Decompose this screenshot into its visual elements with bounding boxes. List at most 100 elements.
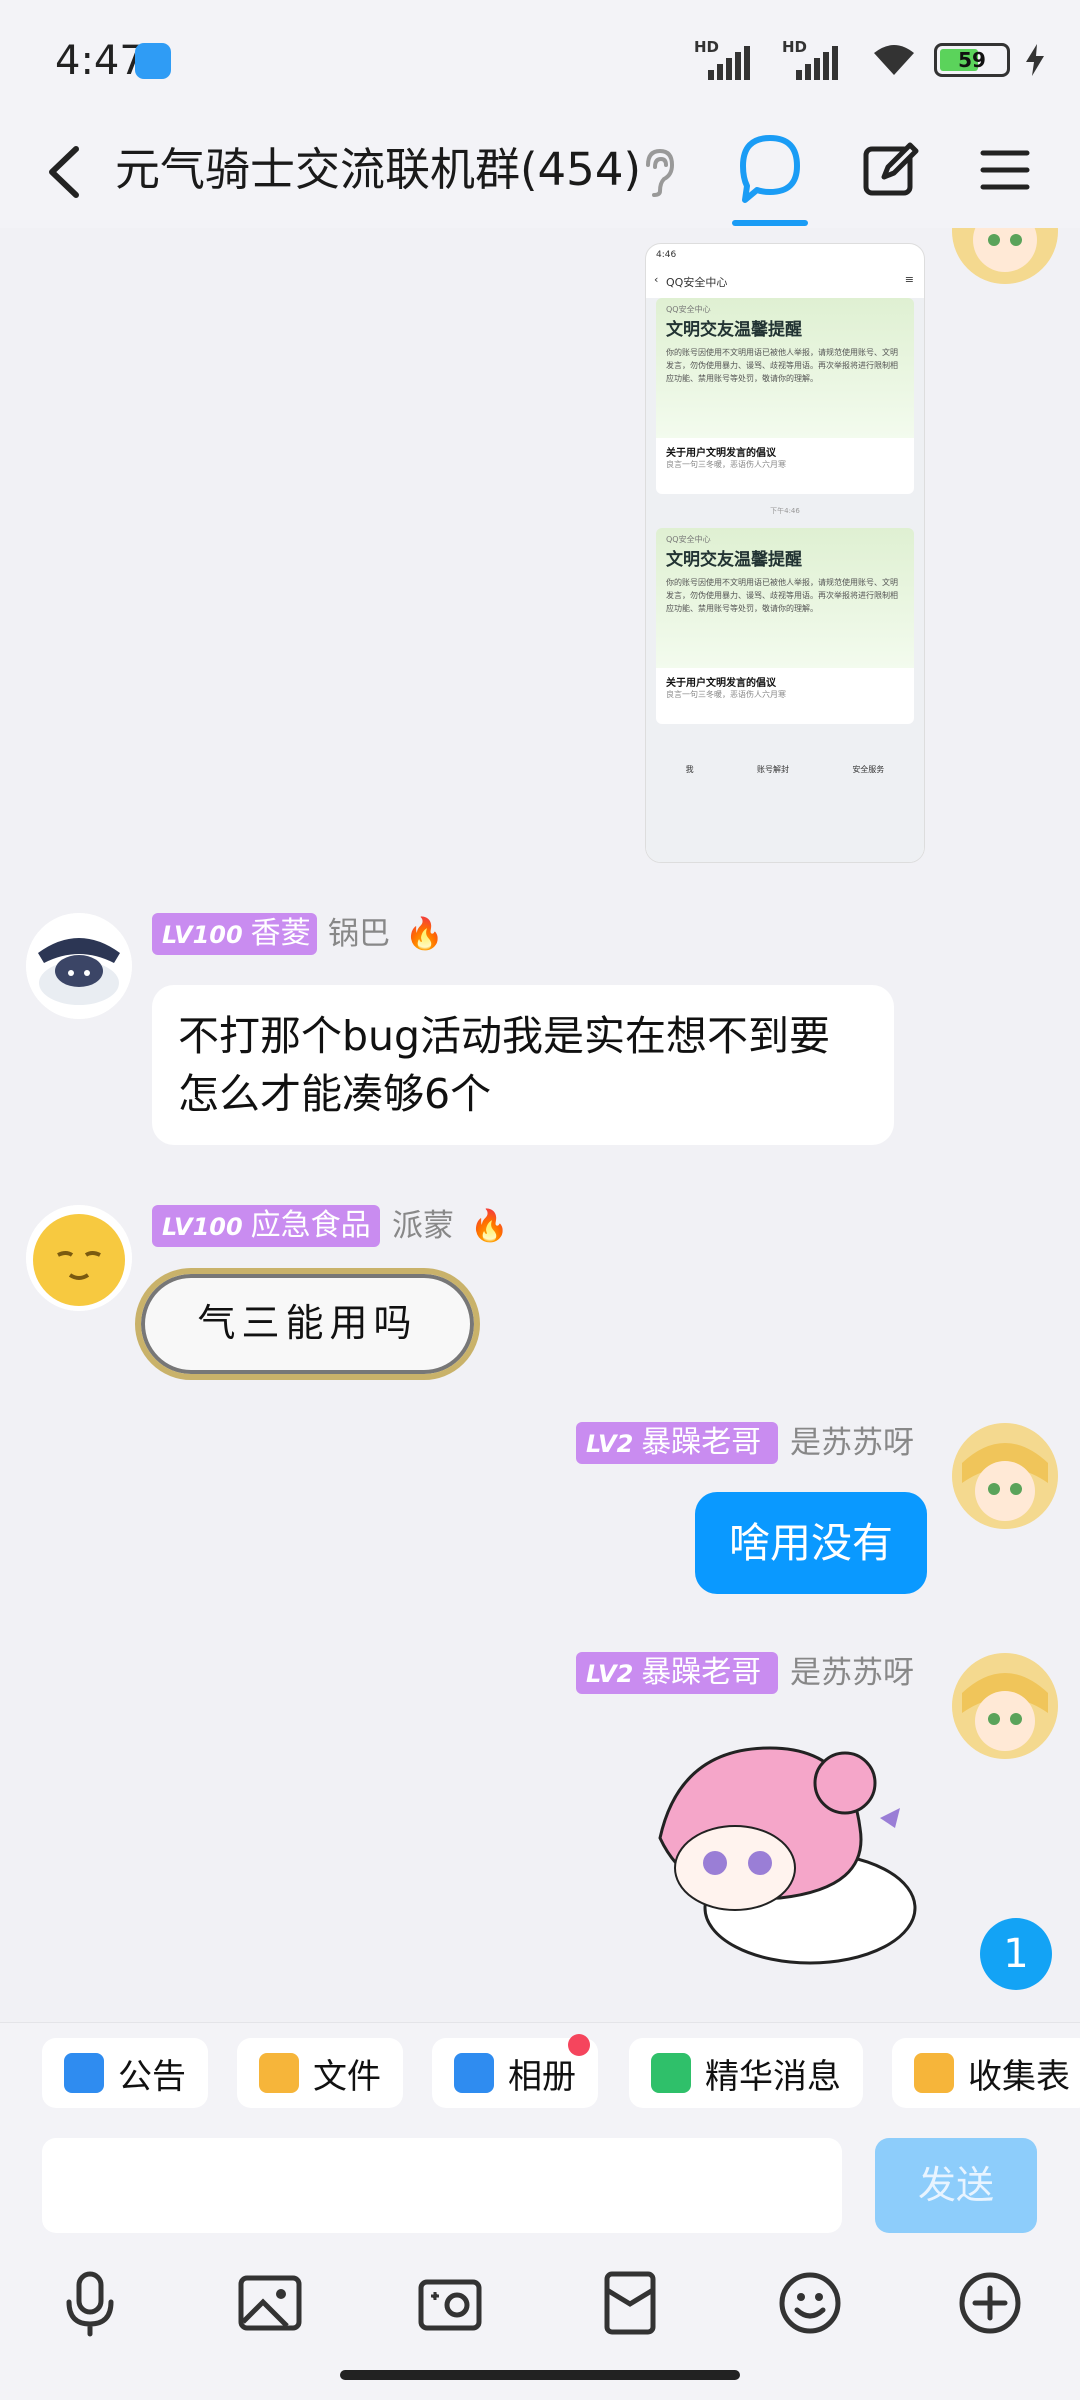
message-bubble[interactable]: 不打那个bug活动我是实在想不到要怎么才能凑够6个: [152, 985, 894, 1145]
wifi-icon: [874, 45, 914, 75]
chat-bubble-icon[interactable]: [735, 130, 805, 210]
edit-icon[interactable]: [860, 135, 920, 205]
level-tag: LV2 暴躁老哥: [576, 1652, 778, 1694]
sender-nickname[interactable]: 派蒙: [392, 1205, 454, 1247]
shot-card-source: QQ安全中心: [666, 535, 711, 544]
battery-icon: 59: [934, 43, 1010, 77]
level-label: LV100: [162, 1213, 243, 1241]
toolbar-label: 公告: [118, 2056, 186, 2097]
shot-card-link-1: 关于用户文明发言的倡议 良言一句三冬暖，恶语伤人六月寒: [656, 438, 914, 494]
emoji-icon[interactable]: [775, 2268, 845, 2338]
shot-status-time: 4:46: [656, 250, 677, 260]
charging-icon: [1026, 44, 1044, 76]
folder-icon: [259, 2053, 299, 2093]
message-bubble[interactable]: 啥用没有: [695, 1492, 927, 1594]
sticker-bubble[interactable]: 气三能用吗: [135, 1268, 480, 1380]
group-title[interactable]: 元气骑士交流联机群(454): [115, 135, 641, 205]
home-indicator[interactable]: [340, 2370, 740, 2380]
shot-tab: 安全服务: [852, 765, 885, 774]
member-title: 暴躁老哥: [641, 1655, 762, 1690]
level-tag: LV2 暴躁老哥: [576, 1422, 778, 1464]
toolbar-announcement[interactable]: 公告: [42, 2038, 208, 2108]
shot-body: QQ安全中心 文明交友温馨提醒 你的账号因使用不文明用语已被他人举报，请规范使用…: [646, 298, 924, 730]
signal-icon: HD: [694, 38, 766, 80]
fire-badge-icon: 🔥: [470, 1208, 509, 1244]
clipboard-icon: [914, 2053, 954, 2093]
app-notification-icon: [135, 43, 171, 79]
shot-card-body: 你的账号因使用不文明用语已被他人举报，请规范使用账号、文明发言，勿伪使用暴力、谩…: [666, 348, 898, 383]
shot-tab: 账号解封: [756, 765, 789, 774]
shot-nav: ‹ QQ安全中心 ≡: [646, 270, 924, 298]
avatar[interactable]: [952, 1653, 1058, 1759]
message-input[interactable]: [42, 2138, 842, 2233]
shot-card-1: QQ安全中心 文明交友温馨提醒 你的账号因使用不文明用语已被他人举报，请规范使用…: [656, 298, 914, 438]
shot-card-heading: 文明交友温馨提醒: [666, 320, 802, 340]
toolbar-album[interactable]: 相册: [432, 2034, 598, 2108]
toolbar-label: 相册: [508, 2056, 576, 2097]
toolbar-label: 收集表: [968, 2056, 1070, 2097]
shot-back-icon: ‹: [654, 273, 659, 286]
level-label: LV2: [586, 1660, 634, 1688]
group-toolbar: 公告 文件 相册 精华消息 收集表: [0, 2022, 1080, 2138]
avatar[interactable]: [952, 228, 1058, 284]
microphone-icon[interactable]: [55, 2268, 125, 2338]
member-title: 应急食品: [250, 1208, 371, 1243]
chat-header: 元气骑士交流联机群(454): [0, 125, 1080, 228]
level-tag: LV100 应急食品: [152, 1205, 380, 1247]
announcement-icon: [64, 2053, 104, 2093]
shot-menu-icon: ≡: [904, 273, 914, 286]
level-label: LV2: [586, 1430, 634, 1458]
sender-nickname[interactable]: 锅巴: [328, 913, 390, 955]
shot-link-sub: 良言一句三冬暖，恶语伤人六月寒: [666, 690, 786, 699]
toolbar-essence[interactable]: 精华消息: [629, 2038, 863, 2108]
clock: 4:47: [55, 38, 145, 84]
camera-icon[interactable]: [415, 2268, 485, 2338]
sticker-pink-hair-character[interactable]: [620, 1718, 930, 1978]
ear-icon[interactable]: [638, 145, 678, 199]
avatar[interactable]: [952, 1423, 1058, 1529]
shot-card-2: QQ安全中心 文明交友温馨提醒 你的账号因使用不文明用语已被他人举报，请规范使用…: [656, 528, 914, 668]
avatar[interactable]: [26, 913, 132, 1019]
member-title: 香菱: [250, 916, 311, 951]
image-message-screenshot[interactable]: 4:46 ‹ QQ安全中心 ≡ QQ安全中心 文明交友温馨提醒 你的账号因使用不…: [645, 243, 925, 863]
shot-nav-title: QQ安全中心: [666, 276, 728, 289]
sender-nickname[interactable]: 是苏苏呀: [790, 1422, 914, 1464]
image-icon[interactable]: [235, 2268, 305, 2338]
system-icons: HD HD 59: [694, 38, 1044, 80]
signal-icon-2: HD: [782, 38, 854, 80]
plus-icon[interactable]: [955, 2268, 1025, 2338]
shot-card-body: 你的账号因使用不文明用语已被他人举报，请规范使用账号、文明发言，勿伪使用暴力、谩…: [666, 578, 898, 613]
shot-link-title: 关于用户文明发言的倡议: [666, 678, 776, 689]
toolbar-label: 文件: [313, 2056, 381, 2097]
sticker-text: 气三能用吗: [197, 1301, 418, 1345]
send-button[interactable]: 发送: [875, 2138, 1037, 2233]
shot-card-heading: 文明交友温馨提醒: [666, 550, 802, 570]
shot-link-sub: 良言一句三冬暖，恶语伤人六月寒: [666, 460, 786, 469]
message-list[interactable]: 4:46 ‹ QQ安全中心 ≡ QQ安全中心 文明交友温馨提醒 你的账号因使用不…: [0, 228, 1080, 2022]
input-area: 发送: [0, 2138, 1080, 2400]
level-tag: LV100 香菱: [152, 913, 317, 955]
toolbar-label: 精华消息: [705, 2056, 841, 2097]
fire-badge-icon: 🔥: [405, 916, 444, 952]
shot-time-divider: 下午4:46: [770, 507, 800, 515]
unread-count-badge[interactable]: 1: [980, 1918, 1052, 1990]
shot-link-title: 关于用户文明发言的倡议: [666, 448, 776, 459]
shot-card-source: QQ安全中心: [666, 305, 711, 314]
level-label: LV100: [162, 921, 243, 949]
toolbar-files[interactable]: 文件: [237, 2038, 403, 2108]
notification-dot: [568, 2034, 590, 2056]
sender-nickname[interactable]: 是苏苏呀: [790, 1652, 914, 1694]
member-title: 暴躁老哥: [641, 1425, 762, 1460]
avatar[interactable]: [26, 1205, 132, 1311]
shot-card-link-2: 关于用户文明发言的倡议 良言一句三冬暖，恶语伤人六月寒: [656, 668, 914, 724]
album-icon: [454, 2053, 494, 2093]
toolbar-form[interactable]: 收集表: [892, 2038, 1080, 2108]
status-bar: 4:47 HD HD 59: [0, 0, 1080, 125]
back-icon[interactable]: [38, 137, 98, 207]
active-tab-indicator: [732, 220, 808, 226]
shot-tabs: 我 账号解封 安全服务: [646, 730, 924, 862]
battery-level: 59: [958, 48, 986, 72]
red-packet-icon[interactable]: [595, 2268, 665, 2338]
essence-icon: [651, 2053, 691, 2093]
menu-icon[interactable]: [975, 135, 1035, 205]
